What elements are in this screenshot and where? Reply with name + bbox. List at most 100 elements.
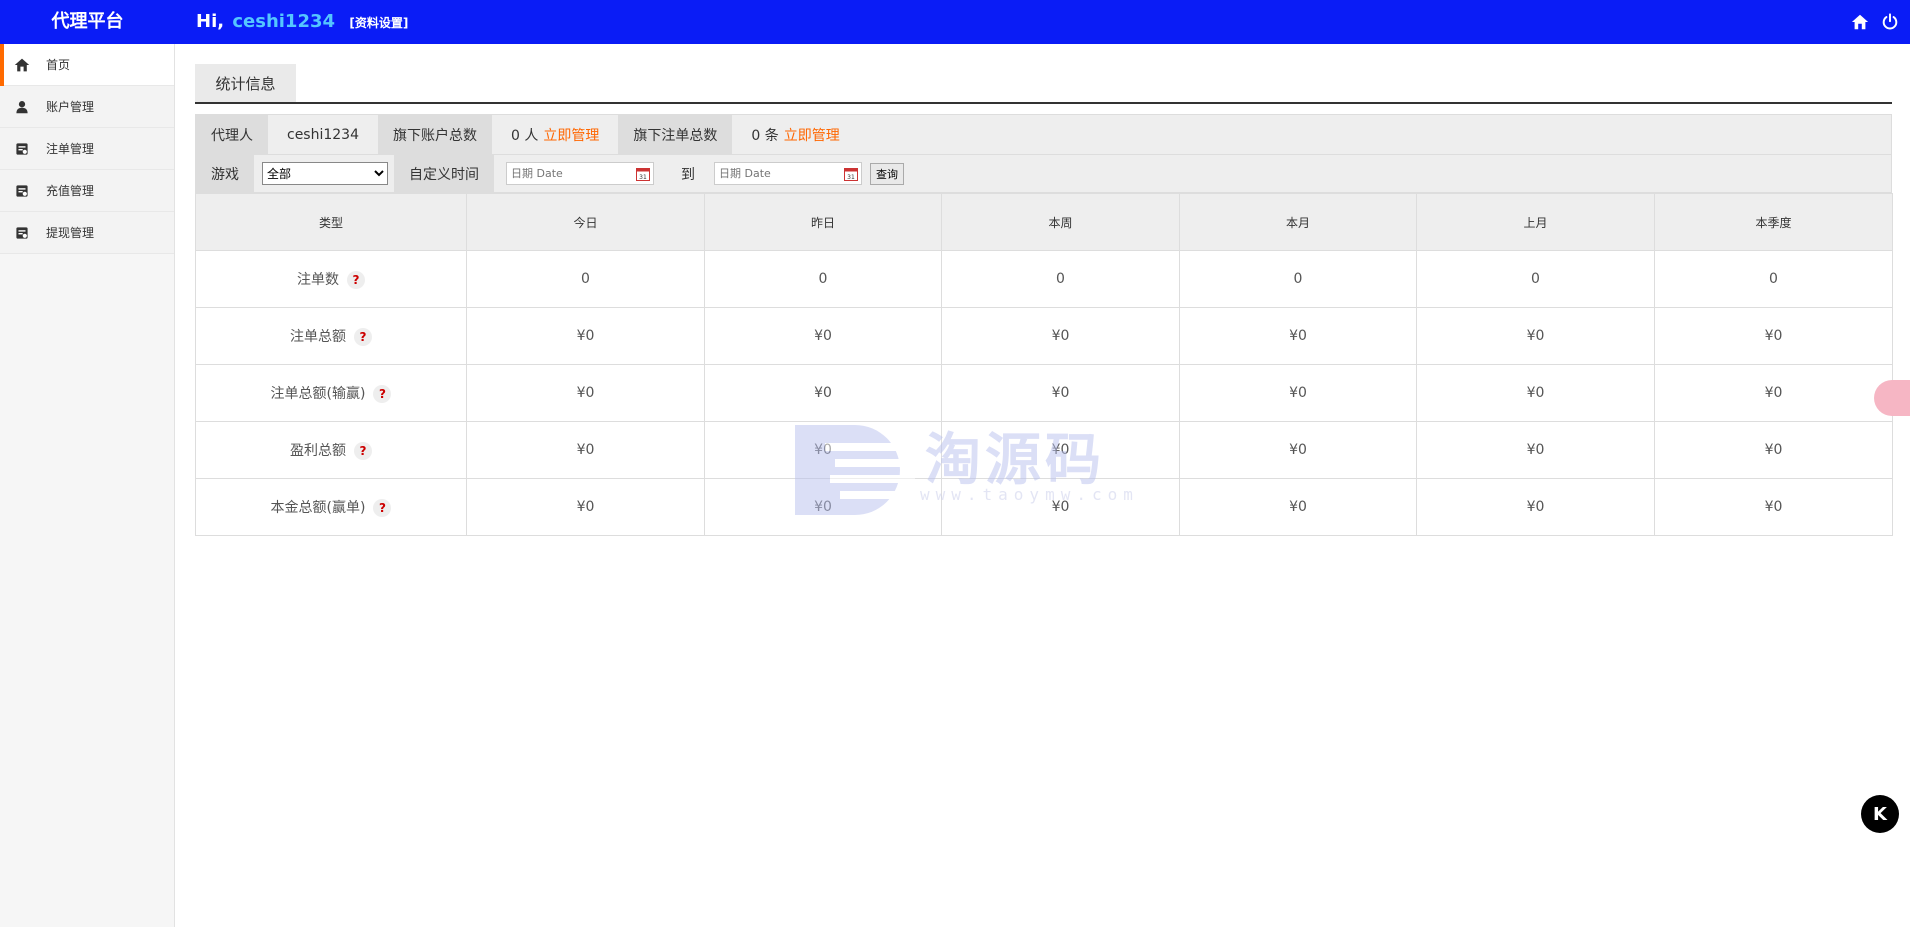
table-row: 盈利总额? ¥0 ¥0 ¥0 ¥0 ¥0 ¥0 [195,421,1893,479]
table-header-row: 类型 今日 昨日 本周 本月 上月 本季度 [195,193,1893,251]
power-icon[interactable] [1880,12,1900,32]
table-cell: ¥0 [1179,364,1417,422]
start-date-input[interactable] [507,163,653,184]
side-float-widget[interactable] [1874,380,1910,416]
profile-settings-link[interactable]: [资料设置] [349,16,408,30]
svg-text:31: 31 [847,174,855,181]
start-date-field[interactable]: 31 [506,162,654,185]
table-cell: ¥0 [941,307,1180,365]
greeting: Hi, ceshi1234 [资料设置] [196,0,408,44]
column-header: 本周 [941,193,1180,251]
table-cell: 0 [704,250,942,308]
home-icon [14,57,30,73]
sidebar-item-label: 提现管理 [46,226,95,240]
svg-text:31: 31 [639,174,647,181]
table-cell: ¥0 [704,364,942,422]
table-cell: ¥0 [1179,478,1417,536]
row-label-cell: 注单总额? [195,307,467,365]
statistics-table: 类型 今日 昨日 本周 本月 上月 本季度 注单数? 0 0 0 0 0 0 注… [195,193,1893,536]
column-header: 本月 [1179,193,1417,251]
accounts-total-value: 0 人 [511,127,539,144]
end-date-field[interactable]: 31 [714,162,862,185]
row-label: 注单数 [297,272,339,288]
row-label: 注单总额(输赢) [270,386,366,402]
bets-total-value: 0 条 [751,127,779,144]
table-cell: 0 [466,250,705,308]
agent-value: ceshi1234 [268,115,378,154]
table-cell: ¥0 [704,421,942,479]
row-label: 注单总额 [290,329,346,345]
sidebar-item-accounts[interactable]: 账户管理 [0,86,174,128]
bets-total: 0 条 立即管理 [732,115,859,154]
table-cell: 0 [1416,250,1655,308]
row-label: 盈利总额 [290,443,346,459]
end-date-input[interactable] [715,163,861,184]
table-cell: 0 [941,250,1180,308]
row-label-cell: 本金总额(赢单)? [195,478,467,536]
table-cell: ¥0 [1179,307,1417,365]
help-icon[interactable]: ? [354,442,372,460]
row-label-cell: 注单总额(输赢)? [195,364,467,422]
column-header: 类型 [195,193,467,251]
table-cell: ¥0 [941,421,1180,479]
greeting-text: Hi, [196,11,225,32]
help-icon[interactable]: ? [347,271,365,289]
game-select[interactable]: 全部 [262,162,388,185]
agent-summary: 代理人 ceshi1234 旗下账户总数 0 人 立即管理 旗下注单总数 0 条… [195,114,1892,154]
user-icon [14,99,30,115]
calendar-icon[interactable]: 31 [844,167,858,181]
top-header: 代理平台 Hi, ceshi1234 [资料设置] [0,0,1910,44]
sidebar-item-bets[interactable]: 注单管理 [0,128,174,170]
column-header: 上月 [1416,193,1655,251]
sidebar-item-label: 账户管理 [46,100,95,114]
sidebar-item-label: 首页 [46,58,71,72]
table-cell: ¥0 [1416,307,1655,365]
row-label-cell: 注单数? [195,250,467,308]
tab-bar: 统计信息 [195,63,1892,104]
table-row: 注单总额(输赢)? ¥0 ¥0 ¥0 ¥0 ¥0 ¥0 [195,364,1893,422]
sidebar-item-withdraw[interactable]: 提现管理 [0,212,174,254]
filter-bar: 游戏 全部 自定义时间 31 到 31 查询 [195,154,1892,193]
table-cell: ¥0 [704,307,942,365]
help-icon[interactable]: ? [373,499,392,517]
table-cell: ¥0 [466,364,705,422]
custom-time-label: 自定义时间 [394,155,494,192]
column-header: 今日 [466,193,705,251]
ledger-icon [14,225,30,241]
table-cell: ¥0 [1654,307,1893,365]
ledger-icon [14,141,30,157]
help-icon[interactable]: ? [354,328,372,346]
bets-total-label: 旗下注单总数 [618,115,733,154]
table-cell: ¥0 [941,478,1180,536]
column-header: 本季度 [1654,193,1893,251]
sidebar-item-home[interactable]: 首页 [0,44,174,86]
tab-statistics[interactable]: 统计信息 [195,64,296,104]
to-label: 到 [681,166,695,183]
agent-label: 代理人 [196,115,268,154]
calendar-icon[interactable]: 31 [636,167,650,181]
manage-accounts-link[interactable]: 立即管理 [543,125,599,145]
table-row: 本金总额(赢单)? ¥0 ¥0 ¥0 ¥0 ¥0 ¥0 [195,478,1893,536]
k-float-button[interactable]: K [1861,795,1899,833]
table-cell: ¥0 [1416,478,1655,536]
help-icon[interactable]: ? [373,385,392,403]
row-label: 本金总额(赢单) [270,500,366,516]
query-button[interactable]: 查询 [870,162,904,185]
sidebar: 首页 账户管理 注单管理 充值管理 提现管理 [0,44,175,927]
table-cell: ¥0 [1654,364,1893,422]
sidebar-item-label: 充值管理 [46,184,95,198]
manage-bets-link[interactable]: 立即管理 [784,125,840,145]
accounts-total-label: 旗下账户总数 [378,115,492,154]
table-cell: ¥0 [1179,421,1417,479]
sidebar-item-recharge[interactable]: 充值管理 [0,170,174,212]
table-row: 注单数? 0 0 0 0 0 0 [195,250,1893,308]
row-label-cell: 盈利总额? [195,421,467,479]
sidebar-item-label: 注单管理 [46,142,95,156]
game-label: 游戏 [196,155,254,192]
accounts-total: 0 人 立即管理 [492,115,619,154]
home-icon[interactable] [1850,12,1870,32]
table-cell: ¥0 [1416,364,1655,422]
table-cell: ¥0 [466,307,705,365]
table-cell: ¥0 [1654,421,1893,479]
username: ceshi1234 [232,11,336,32]
